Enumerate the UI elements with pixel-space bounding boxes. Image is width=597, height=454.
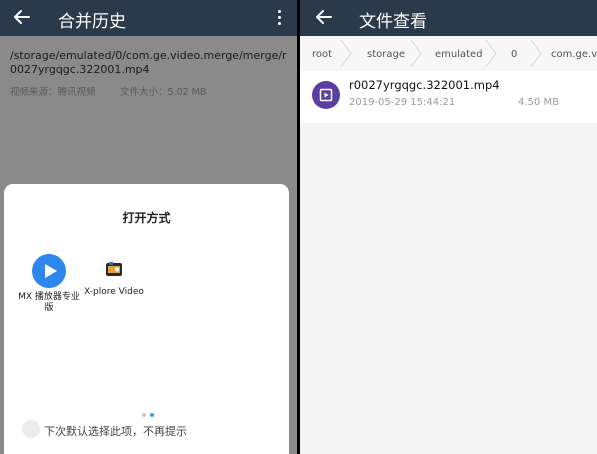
breadcrumb-item[interactable]: com.ge.vid [551, 36, 597, 71]
app-label: X-plore Video [84, 287, 144, 297]
remember-choice-checkbox[interactable] [22, 420, 40, 438]
chevron-right-icon [340, 40, 352, 67]
file-name: r0027yrgqgc.322001.mp4 [349, 78, 500, 92]
page-title: 合并历史 [58, 12, 126, 32]
chevron-right-icon [485, 40, 497, 67]
merge-record-item[interactable]: /storage/emulated/0/com.ge.video.merge/m… [0, 36, 297, 184]
app-option-mx-player[interactable]: MX 播放器专业版 [14, 254, 84, 314]
top-app-bar: 合并历史 [0, 0, 297, 36]
x-plore-icon [106, 262, 122, 276]
page-dot-inactive [142, 413, 146, 417]
merge-history-screen: 合并历史 /storage/emulated/0/com.ge.video.me… [0, 0, 297, 454]
file-size: 文件大小：5.02 MB [120, 87, 207, 98]
breadcrumb-item[interactable]: 0 [511, 36, 517, 71]
chevron-right-icon [410, 40, 422, 67]
chevron-right-icon [530, 40, 542, 67]
open-with-dialog: 打开方式 MX 播放器专业版 X-plore Video 下次默认选择此项，不再 [4, 184, 289, 454]
top-app-bar: 文件查看 [300, 0, 597, 36]
app-option-x-plore[interactable]: X-plore Video [79, 254, 149, 298]
remember-choice-label: 下次默认选择此项，不再提示 [44, 425, 187, 438]
back-arrow-icon[interactable] [10, 5, 34, 29]
page-dot-active [150, 413, 154, 417]
breadcrumb-item[interactable]: emulated [435, 36, 483, 71]
page-indicator [142, 413, 162, 419]
app-label: MX 播放器专业版 [18, 292, 80, 313]
back-arrow-icon[interactable] [312, 5, 336, 29]
file-date: 2019-05-29 15:44:21 [349, 97, 456, 108]
breadcrumb-item[interactable]: storage [367, 36, 405, 71]
video-file-icon [312, 81, 340, 109]
page-title: 文件查看 [359, 12, 427, 32]
file-path: /storage/emulated/0/com.ge.video.merge/m… [10, 49, 287, 76]
file-list-item[interactable]: r0027yrgqgc.322001.mp4 2019-05-29 15:44:… [300, 71, 597, 123]
breadcrumb-item[interactable]: root [312, 36, 332, 71]
mx-player-icon [32, 254, 66, 288]
dialog-title: 打开方式 [122, 211, 171, 225]
more-options-icon[interactable] [269, 7, 289, 29]
breadcrumb: root storage emulated 0 com.ge.vid [300, 36, 597, 72]
file-viewer-screen: 文件查看 root storage emulated 0 com.ge.vid … [300, 0, 597, 454]
file-size: 4.50 MB [518, 97, 559, 108]
video-source: 视频来源：腾讯视频 [10, 87, 96, 98]
